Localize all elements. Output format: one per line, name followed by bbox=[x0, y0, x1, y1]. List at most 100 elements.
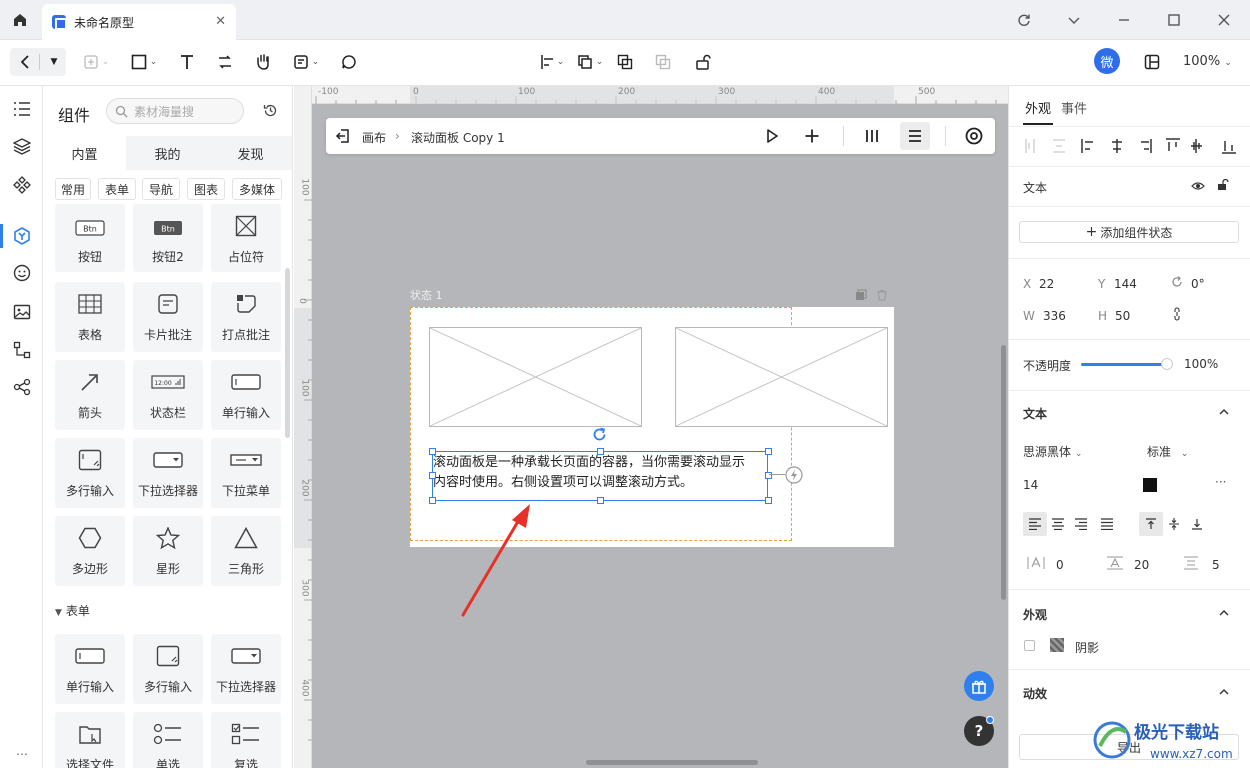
collapse-effects-icon[interactable] bbox=[1219, 688, 1229, 695]
form-radio[interactable]: 单选 bbox=[133, 712, 203, 768]
resize-handle[interactable] bbox=[429, 448, 436, 455]
chip-chart[interactable]: 图表 bbox=[187, 178, 225, 200]
alignment-tools-icon[interactable] bbox=[1023, 137, 1241, 155]
rotation-field[interactable]: 0° bbox=[1191, 277, 1205, 291]
component-button2[interactable]: Btn 按钮2 bbox=[133, 204, 203, 272]
resize-handle[interactable] bbox=[597, 448, 604, 455]
tab-mine[interactable]: 我的 bbox=[126, 136, 209, 170]
resize-handle[interactable] bbox=[765, 448, 772, 455]
refresh-icon[interactable] bbox=[1012, 8, 1036, 32]
component-polygon[interactable]: 多边形 bbox=[55, 516, 125, 586]
align-left-tool-icon[interactable]: ⌄ bbox=[536, 48, 568, 76]
letter-spacing-field[interactable]: 0 bbox=[1056, 558, 1064, 572]
component-dot-note[interactable]: 打点批注 bbox=[211, 282, 281, 352]
image-placeholder-1[interactable] bbox=[429, 327, 642, 427]
line-height-field[interactable]: 20 bbox=[1134, 558, 1149, 572]
align-text-right-button[interactable] bbox=[1069, 512, 1093, 536]
maximize-button[interactable] bbox=[1162, 8, 1186, 32]
valign-bottom-button[interactable] bbox=[1185, 512, 1209, 536]
zoom-level[interactable]: 100% ⌄ bbox=[1183, 54, 1232, 69]
minimize-button[interactable] bbox=[1112, 8, 1136, 32]
valign-middle-button[interactable] bbox=[1162, 512, 1186, 536]
share-icon[interactable] bbox=[11, 376, 33, 398]
document-tab[interactable]: 未命名原型 ✕ bbox=[42, 4, 236, 40]
panel-scrollbar[interactable] bbox=[285, 268, 290, 438]
component-triangle[interactable]: 三角形 bbox=[211, 516, 281, 586]
tab-appearance[interactable]: 外观 bbox=[1025, 98, 1051, 117]
delete-state-icon[interactable] bbox=[876, 289, 888, 301]
component-button[interactable]: Btn 按钮 bbox=[55, 204, 125, 272]
lightning-icon[interactable] bbox=[785, 466, 803, 484]
exit-panel-icon[interactable] bbox=[335, 128, 351, 144]
note-tool-icon[interactable]: ⌄ bbox=[288, 48, 324, 76]
height-field[interactable]: 50 bbox=[1115, 309, 1130, 323]
text-section-header[interactable]: 文本 bbox=[1023, 405, 1047, 422]
form-dropdown-select[interactable]: 下拉选择器 bbox=[211, 634, 281, 704]
y-value-field[interactable]: 144 bbox=[1114, 277, 1137, 291]
rectangle-tool-icon[interactable]: ⌄ bbox=[126, 48, 162, 76]
add-page-icon[interactable]: ⌄ bbox=[78, 48, 114, 76]
tab-builtin[interactable]: 内置 bbox=[43, 136, 126, 170]
copy-state-icon[interactable] bbox=[855, 289, 867, 301]
component-statusbar[interactable]: 12:00 状态栏 bbox=[133, 360, 203, 430]
chevron-down-icon[interactable] bbox=[1062, 8, 1086, 32]
close-tab-icon[interactable]: ✕ bbox=[215, 14, 226, 29]
component-multi-input[interactable]: 多行输入 bbox=[55, 438, 125, 508]
text-tool-icon[interactable] bbox=[176, 48, 198, 76]
canvas-horizontal-scrollbar[interactable] bbox=[586, 760, 758, 765]
resize-handle[interactable] bbox=[597, 497, 604, 504]
masters-icon[interactable] bbox=[11, 174, 33, 196]
components-icon[interactable] bbox=[11, 225, 33, 247]
component-single-input[interactable]: 单行输入 bbox=[211, 360, 281, 430]
emoji-icon[interactable] bbox=[11, 262, 33, 284]
justify-text-button[interactable] bbox=[1095, 512, 1119, 536]
play-icon[interactable] bbox=[764, 128, 780, 144]
resize-handle[interactable] bbox=[765, 497, 772, 504]
form-file-select[interactable]: 选择文件 bbox=[55, 712, 125, 768]
font-family-select[interactable]: 思源黑体 ⌄ bbox=[1023, 443, 1082, 460]
font-size-field[interactable]: 14 bbox=[1023, 478, 1038, 492]
arrange-tool-icon[interactable]: ⌄ bbox=[574, 48, 606, 76]
paragraph-spacing-field[interactable]: 5 bbox=[1212, 558, 1220, 572]
collapse-text-icon[interactable] bbox=[1219, 408, 1229, 415]
pages-icon[interactable] bbox=[11, 98, 33, 120]
unlock-icon[interactable] bbox=[1217, 179, 1229, 191]
shadow-checkbox[interactable] bbox=[1024, 640, 1035, 651]
font-weight-select[interactable]: 标准 ⌄ bbox=[1147, 443, 1188, 460]
component-dropdown-menu[interactable]: 下拉菜单 bbox=[211, 438, 281, 508]
valign-top-button[interactable] bbox=[1139, 512, 1163, 536]
effects-section-header[interactable]: 动效 bbox=[1023, 685, 1047, 702]
hand-tool-icon[interactable] bbox=[252, 48, 274, 76]
resize-handle[interactable] bbox=[429, 497, 436, 504]
text-color-swatch[interactable] bbox=[1143, 478, 1157, 492]
breadcrumb-root[interactable]: 画布 bbox=[362, 129, 386, 146]
comment-tool-icon[interactable] bbox=[338, 48, 360, 76]
add-icon[interactable] bbox=[804, 128, 820, 144]
vertical-scroll-button[interactable] bbox=[900, 122, 930, 150]
form-checkbox[interactable]: 复选 bbox=[211, 712, 281, 768]
horizontal-scroll-icon[interactable] bbox=[864, 128, 880, 144]
more-icon[interactable]: … bbox=[11, 740, 33, 762]
align-text-left-button[interactable] bbox=[1023, 512, 1047, 536]
group-tool-icon[interactable] bbox=[614, 48, 636, 76]
opacity-value[interactable]: 100% bbox=[1184, 357, 1218, 371]
component-card-note[interactable]: 卡片批注 bbox=[133, 282, 203, 352]
gift-button[interactable] bbox=[964, 671, 994, 701]
close-window-button[interactable] bbox=[1212, 8, 1236, 32]
lock-tool-icon[interactable] bbox=[692, 48, 714, 76]
chip-form[interactable]: 表单 bbox=[98, 178, 136, 200]
tab-discover[interactable]: 发现 bbox=[209, 136, 292, 170]
form-multi-input[interactable]: 多行输入 bbox=[133, 634, 203, 704]
resize-handle[interactable] bbox=[429, 472, 436, 479]
component-star[interactable]: 星形 bbox=[133, 516, 203, 586]
back-button[interactable]: ▼ bbox=[10, 48, 66, 76]
component-dropdown-select[interactable]: 下拉选择器 bbox=[133, 438, 203, 508]
form-single-input[interactable]: 单行输入 bbox=[55, 634, 125, 704]
chip-nav[interactable]: 导航 bbox=[142, 178, 180, 200]
search-input[interactable]: 素材海量搜 bbox=[106, 98, 244, 124]
more-options-icon[interactable]: ··· bbox=[1215, 475, 1226, 489]
collapse-appearance-icon[interactable] bbox=[1219, 609, 1229, 616]
image-icon[interactable] bbox=[11, 301, 33, 323]
add-component-state-button[interactable]: + 添加组件状态 bbox=[1019, 221, 1239, 243]
layout-panel-icon[interactable] bbox=[1141, 48, 1163, 76]
